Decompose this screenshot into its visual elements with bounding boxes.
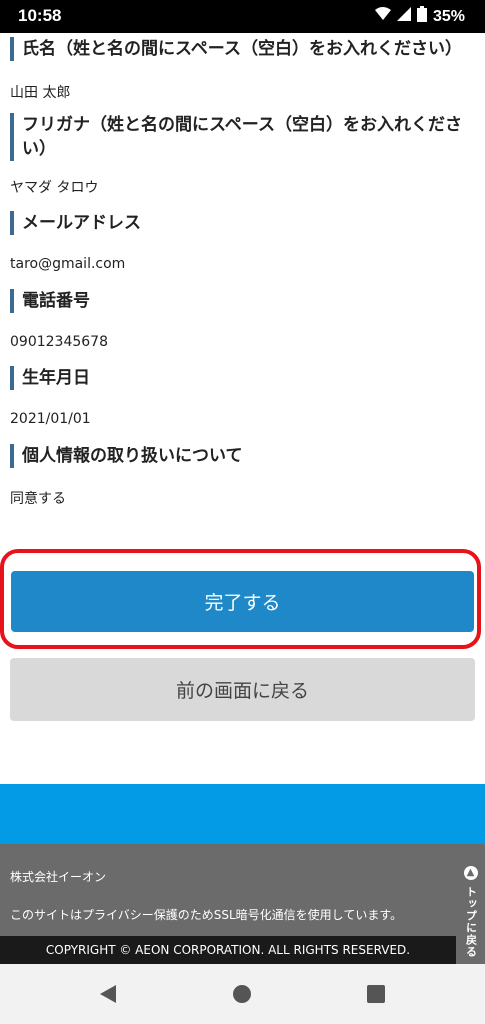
field-label: 電話番号 bbox=[10, 289, 475, 313]
status-time: 10:58 bbox=[18, 6, 62, 25]
back-button[interactable]: 前の画面に戻る bbox=[10, 658, 475, 721]
field-name: 氏名（姓と名の間にスペース（空白）をお入れください） 山田 太郎 bbox=[10, 37, 475, 101]
nav-home-icon[interactable] bbox=[233, 985, 251, 1003]
back-to-top-button[interactable]: ▲ トップに戻る bbox=[456, 844, 485, 964]
field-value: 09012345678 bbox=[10, 334, 108, 350]
android-nav-bar bbox=[0, 964, 485, 1024]
field-email: メールアドレス taro@gmail.com bbox=[10, 211, 475, 272]
copyright: COPYRIGHT © AEON CORPORATION. ALL RIGHTS… bbox=[0, 936, 456, 964]
field-label: フリガナ（姓と名の間にスペース（空白）をお入れください） bbox=[10, 113, 475, 161]
field-phone: 電話番号 09012345678 bbox=[10, 289, 475, 350]
back-to-top-label: トップに戻る bbox=[464, 886, 478, 958]
field-label: 氏名（姓と名の間にスペース（空白）をお入れください） bbox=[10, 37, 475, 61]
field-value: ヤマダ タロウ bbox=[10, 180, 99, 196]
field-label: 個人情報の取り扱いについて bbox=[10, 444, 475, 468]
field-value: taro@gmail.com bbox=[10, 256, 126, 272]
field-value: 2021/01/01 bbox=[10, 411, 91, 427]
ssl-notice: このサイトはプライバシー保護のためSSL暗号化通信を使用しています。 bbox=[10, 908, 403, 922]
chevron-up-icon: ▲ bbox=[463, 866, 478, 880]
status-icons: 35% bbox=[374, 6, 465, 27]
field-value: 同意する bbox=[10, 491, 66, 507]
battery-percent: 35% bbox=[432, 7, 465, 25]
nav-back-icon[interactable] bbox=[100, 985, 116, 1003]
status-bar: 10:58 35% bbox=[0, 0, 485, 33]
footer: 株式会社イーオン このサイトはプライバシー保護のためSSL暗号化通信を使用してい… bbox=[0, 844, 485, 964]
battery-icon bbox=[416, 6, 427, 27]
field-birthdate: 生年月日 2021/01/01 bbox=[10, 366, 475, 427]
field-privacy: 個人情報の取り扱いについて 同意する bbox=[10, 444, 475, 507]
field-label: 生年月日 bbox=[10, 366, 475, 390]
signal-icon bbox=[396, 7, 411, 26]
field-label: メールアドレス bbox=[10, 211, 475, 235]
footer-band bbox=[0, 784, 485, 844]
nav-recents-icon[interactable] bbox=[367, 985, 385, 1003]
field-furigana: フリガナ（姓と名の間にスペース（空白）をお入れください） ヤマダ タロウ bbox=[10, 113, 475, 196]
company-name: 株式会社イーオン bbox=[10, 870, 107, 884]
field-value: 山田 太郎 bbox=[10, 85, 71, 101]
complete-button[interactable]: 完了する bbox=[11, 571, 474, 632]
wifi-icon bbox=[374, 7, 391, 26]
